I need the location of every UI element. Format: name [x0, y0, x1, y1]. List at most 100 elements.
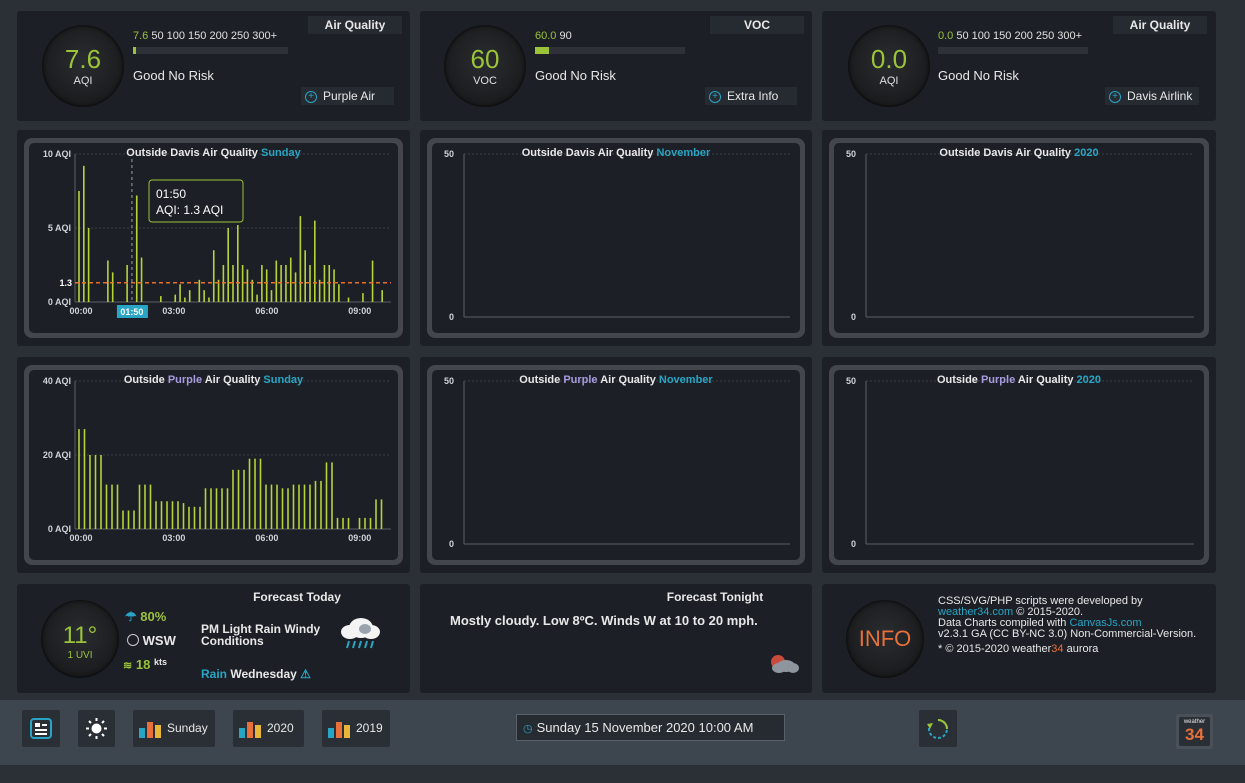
- voc-value: 60: [470, 44, 500, 74]
- aqi-scale: 7.6 50 100 150 200 250 300+: [133, 30, 278, 42]
- chart-plot[interactable]: 50 0 Outside Davis Air Quality November: [432, 143, 800, 333]
- chart-title: Outside Davis Air Quality 2020: [939, 147, 1099, 159]
- info-text: CSS/SVG/PHP scripts were developed by we…: [938, 595, 1197, 655]
- y-tick-label: 0 AQI: [48, 524, 71, 534]
- aqi-gauge: 0.0 AQI: [848, 25, 930, 107]
- y-tick-label: 20 AQI: [43, 450, 71, 460]
- aqi-value: 7.6: [64, 44, 102, 74]
- y-tick-label: 5 AQI: [48, 223, 71, 233]
- refresh-icon: [927, 719, 948, 739]
- panel-tag: VOC: [710, 16, 804, 34]
- davis-year-chart: 50 0 Outside Davis Air Quality 2020: [822, 130, 1216, 346]
- tooltip-value: AQI: 1.3 AQI: [156, 203, 223, 217]
- forecast-tonight-panel: Forecast Tonight Mostly cloudy. Low 8ºC.…: [420, 584, 812, 693]
- x-tick-label: 03:00: [162, 306, 185, 316]
- davis-airlink-link[interactable]: + Davis Airlink: [1105, 87, 1199, 105]
- clock-icon: ◷: [523, 723, 533, 735]
- chart-svg: 40 AQI20 AQI0 AQI00:00 03:00 06:00 09:00: [43, 376, 391, 543]
- chart-title: Outside Davis Air Quality Sunday: [126, 147, 301, 159]
- chart-svg: 500: [444, 149, 790, 322]
- davis-day-chart: 10 AQI 5 AQI 0 AQI 00:00 03:00 06:00 09:00 1.3 0…: [17, 130, 410, 346]
- y-tick-label: 0: [449, 539, 454, 549]
- date-time-display: ◷ Sunday 15 November 2020 10:00 AM: [516, 714, 785, 741]
- info-panel: INFO CSS/SVG/PHP scripts were developed …: [822, 584, 1216, 693]
- voc-scale: 60.0 90: [535, 30, 572, 42]
- purple-air-link[interactable]: + Purple Air: [301, 87, 394, 105]
- x-tick-label: 09:00: [348, 306, 371, 316]
- rain-alert: Rain Wednesday ⚠: [201, 667, 311, 681]
- wind-direction: WSW: [127, 633, 176, 648]
- aqi-scale: 0.0 50 100 150 200 250 300+: [938, 30, 1083, 42]
- chart-plot[interactable]: 50 0 Outside Purple Air Quality November: [432, 370, 800, 560]
- sunday-chart-button[interactable]: Sunday: [133, 710, 215, 747]
- temperature-gauge: 11° 1 UVI: [41, 600, 119, 678]
- bar-chart-icon: [139, 721, 161, 738]
- refresh-button[interactable]: [919, 710, 957, 747]
- chart-plot[interactable]: 50 0 Outside Purple Air Quality 2020: [834, 370, 1204, 560]
- chart-title: Outside Davis Air Quality November: [521, 147, 711, 159]
- chart-title: Outside Purple Air Quality November: [519, 374, 713, 386]
- night-cloud-icon: [771, 655, 799, 673]
- x-tick-label: 00:00: [69, 533, 92, 543]
- panel-tag: Air Quality: [1113, 16, 1207, 34]
- chart-svg: 500: [846, 149, 1194, 322]
- theme-button[interactable]: [78, 710, 115, 747]
- plus-icon: +: [1109, 91, 1121, 103]
- extra-info-link[interactable]: + Extra Info: [705, 87, 797, 105]
- footer-toolbar: Sunday 2020 2019 ◷ Sunday 15 November 202…: [0, 700, 1245, 765]
- voc-panel: 60 VOC 60.0 90 Good No Risk VOC + Extra I…: [420, 11, 812, 121]
- year-2019-button[interactable]: 2019: [322, 710, 390, 747]
- chart-plot[interactable]: 50 0 Outside Davis Air Quality 2020: [834, 143, 1204, 333]
- warning-icon: ⚠: [300, 667, 311, 681]
- aqi-unit: AQI: [73, 75, 93, 87]
- davis-airlink-panel: 0.0 AQI 0.0 50 100 150 200 250 300+ Good…: [822, 11, 1216, 121]
- forecast-tonight-text: Mostly cloudy. Low 8ºC. Winds W at 10 to…: [450, 613, 758, 628]
- menu-icon: [30, 718, 52, 739]
- weather34-logo[interactable]: weather 34: [1176, 714, 1213, 749]
- forecast-summary: PM Light Rain Windy Conditions: [201, 622, 321, 648]
- bar-chart-icon: [328, 721, 350, 738]
- chart-plot[interactable]: 40 AQI 20 AQI 0 AQI 00:00 03:00 06:00 09:00 Ou…: [29, 370, 398, 560]
- plus-icon: +: [709, 91, 721, 103]
- x-tick-label: 06:00: [255, 533, 278, 543]
- info-badge[interactable]: INFO: [846, 600, 924, 678]
- x-tick-label: 06:00: [255, 306, 278, 316]
- aqi-gauge: 7.6 AQI: [42, 25, 124, 107]
- voc-status: Good No Risk: [535, 68, 616, 83]
- chart-plot[interactable]: 10 AQI 5 AQI 0 AQI 00:00 03:00 06:00 09:00 1.3 0…: [29, 143, 398, 333]
- plus-icon: +: [305, 91, 317, 103]
- aqi-bar: [133, 47, 288, 54]
- aqi-status: Good No Risk: [133, 68, 214, 83]
- voc-unit: VOC: [473, 75, 497, 87]
- aqi-status: Good No Risk: [938, 68, 1019, 83]
- temperature-value: 11°: [62, 622, 98, 649]
- voc-gauge: 60 VOC: [444, 25, 526, 107]
- aqi-unit: AQI: [879, 75, 899, 87]
- chart-svg: 500: [444, 376, 790, 549]
- compass-icon: [127, 634, 139, 646]
- year-2020-button[interactable]: 2020: [233, 710, 304, 747]
- chart-svg: 10 AQI5 AQI0 AQI00:00 03:00 06:00 09:001.30…: [43, 149, 391, 318]
- wind-icon: ≋: [123, 660, 133, 672]
- forecast-today-title: Forecast Today: [253, 590, 341, 604]
- voc-bar: [535, 47, 685, 54]
- chart-title: Outside Purple Air Quality Sunday: [123, 374, 304, 386]
- purple-month-chart: 50 0 Outside Purple Air Quality November: [420, 357, 812, 573]
- wind-speed: ≋ 18 kts: [123, 657, 167, 672]
- chart-title: Outside Purple Air Quality 2020: [936, 374, 1102, 386]
- x-tick-label: 03:00: [162, 533, 185, 543]
- forecast-today-panel: Forecast Today 11° 1 UVI ☂ 80% WSW ≋ 18 …: [17, 584, 410, 693]
- x-tick-label: 00:00: [69, 306, 92, 316]
- y-tick-label: 0: [449, 312, 454, 322]
- uvi-value: 1 UVI: [67, 650, 93, 661]
- sun-icon: [86, 718, 107, 739]
- davis-month-chart: 50 0 Outside Davis Air Quality November: [420, 130, 812, 346]
- bar-chart-icon: [239, 721, 261, 738]
- rain-cloud-icon: [341, 618, 380, 649]
- aqi-bar: [938, 47, 1088, 54]
- average-label: 1.3: [59, 278, 72, 288]
- panel-tag: Air Quality: [308, 16, 402, 34]
- humidity-icon: ☂: [125, 609, 137, 624]
- forecast-tonight-title: Forecast Tonight: [666, 590, 764, 604]
- menu-button[interactable]: [22, 710, 60, 747]
